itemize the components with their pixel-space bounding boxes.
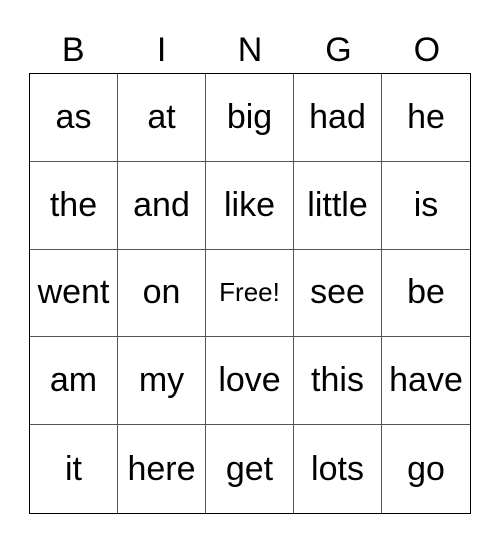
free-space-cell[interactable]: Free! [206, 249, 294, 338]
bingo-cell[interactable]: he [382, 74, 470, 162]
bingo-cell[interactable]: get [206, 425, 294, 513]
bingo-cell[interactable]: it [30, 425, 118, 513]
bingo-cell[interactable]: see [294, 249, 382, 338]
bingo-cell[interactable]: on [118, 249, 206, 338]
bingo-cell[interactable]: big [206, 74, 294, 162]
bingo-cell[interactable]: little [294, 161, 382, 250]
header-letter: N [237, 31, 263, 69]
bingo-cell[interactable]: went [30, 249, 118, 338]
bingo-cell[interactable]: had [294, 74, 382, 162]
bingo-cell[interactable]: am [30, 337, 118, 426]
bingo-cell[interactable]: be [382, 250, 470, 338]
header-letter: B [61, 31, 85, 69]
bingo-cell[interactable]: as [30, 74, 118, 162]
bingo-cell[interactable]: go [382, 425, 470, 513]
bingo-cell[interactable]: and [118, 161, 206, 250]
bingo-cell[interactable]: the [30, 161, 118, 250]
bingo-card: as at big had he the and like little is … [29, 73, 471, 514]
bingo-cell[interactable]: love [206, 337, 294, 426]
header-letter: I [156, 31, 167, 69]
bingo-cell[interactable]: lots [294, 425, 382, 513]
bingo-cell[interactable]: at [118, 74, 206, 162]
bingo-cell[interactable]: my [118, 337, 206, 426]
bingo-cell[interactable]: this [294, 337, 382, 426]
bingo-cell[interactable]: like [206, 161, 294, 250]
bingo-cell[interactable]: is [382, 162, 470, 250]
bingo-cell[interactable]: have [382, 337, 470, 426]
bingo-header: B I N G O [29, 28, 471, 73]
bingo-cell[interactable]: here [118, 425, 206, 513]
header-letter: G [325, 31, 352, 69]
header-letter: O [413, 31, 441, 69]
